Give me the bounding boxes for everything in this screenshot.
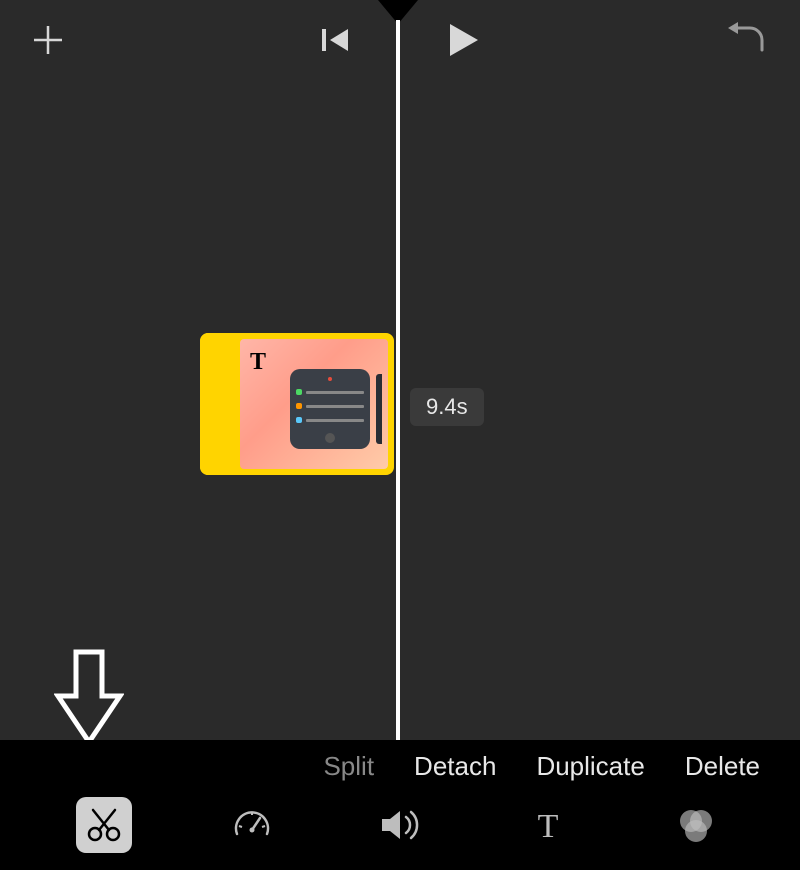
scissors-icon [85,806,123,844]
plus-icon [30,22,66,58]
duplicate-action[interactable]: Duplicate [536,751,644,782]
timeline[interactable]: T 9.4s [0,80,800,740]
add-media-button[interactable] [30,22,66,58]
arrow-down-icon [54,648,124,748]
split-action[interactable]: Split [323,751,374,782]
cut-tool-button[interactable] [76,797,132,853]
play-button[interactable] [442,20,482,60]
text-tool-button[interactable]: T [520,797,576,853]
instruction-arrow [54,648,124,753]
clip-actions: Split Detach Duplicate Delete [0,751,800,782]
undo-icon [726,22,770,58]
speed-tool-button[interactable] [224,797,280,853]
speedometer-icon [231,804,273,846]
thumbnail-content [290,369,370,449]
detach-action[interactable]: Detach [414,751,496,782]
filters-icon [675,805,717,845]
volume-tool-button[interactable] [372,797,428,853]
delete-action[interactable]: Delete [685,751,760,782]
title-overlay-indicator: T [250,349,266,376]
clip-duration-badge: 9.4s [410,388,484,426]
playback-controls [318,20,482,60]
skip-back-icon [318,23,352,57]
clip-handle-left[interactable] [200,333,240,475]
speaker-icon [378,805,422,845]
clip-thumbnail: T [240,339,388,469]
play-icon [442,20,482,60]
video-clip-selected[interactable]: T [200,333,394,475]
editor-toolbar: T [0,790,800,860]
filters-tool-button[interactable] [668,797,724,853]
undo-button[interactable] [726,22,770,58]
skip-back-button[interactable] [318,23,352,57]
text-icon: T [530,807,566,843]
svg-text:T: T [538,808,559,843]
